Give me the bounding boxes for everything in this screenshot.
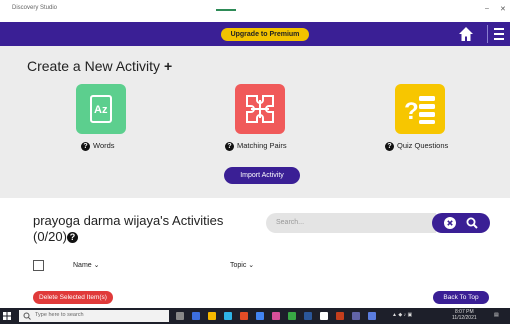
column-header-name[interactable]: Name ⌄	[73, 261, 100, 269]
taskbar-app-icon[interactable]	[272, 312, 280, 320]
window-titlebar: Discovery Studio – ✕	[0, 0, 510, 22]
minimize-button[interactable]: –	[485, 5, 489, 12]
powerpoint-icon[interactable]	[336, 312, 344, 320]
taskbar-app-icon[interactable]	[368, 312, 376, 320]
taskbar-app-icon[interactable]	[320, 312, 328, 320]
create-title-text: Create a New Activity	[27, 58, 161, 74]
tray-clock[interactable]: 8:07 PM 11/12/2021	[452, 309, 477, 321]
plus-icon: +	[163, 58, 173, 74]
close-button[interactable]: ✕	[500, 5, 506, 13]
chevron-down-icon: ⌄	[93, 262, 100, 269]
activities-heading: prayoga darma wijaya's Activities (0/20)…	[33, 213, 223, 245]
column-header-topic[interactable]: Topic ⌄	[230, 261, 254, 269]
search-input[interactable]: Search...	[266, 213, 436, 233]
search-icon	[23, 312, 31, 320]
task-view-icon[interactable]	[176, 312, 184, 320]
word-icon[interactable]	[304, 312, 312, 320]
loading-indicator	[216, 9, 236, 11]
taskbar-app-icon[interactable]	[288, 312, 296, 320]
search-icon[interactable]	[466, 217, 478, 229]
create-activity-heading: Create a New Activity +	[27, 58, 172, 74]
taskbar-search-input[interactable]: Type here to search	[19, 310, 169, 322]
svg-text:?: ?	[404, 98, 419, 125]
windows-start-icon[interactable]	[3, 312, 11, 320]
help-icon[interactable]: ?	[385, 141, 394, 151]
help-icon[interactable]: ?	[81, 141, 90, 151]
delete-selected-button[interactable]: Delete Selected Item(s)	[33, 291, 113, 304]
taskbar-app-icon[interactable]	[352, 312, 360, 320]
chevron-down-icon: ⌄	[248, 262, 255, 269]
quiz-questions-tile[interactable]: ?	[395, 84, 445, 134]
clear-search-icon[interactable]	[444, 217, 456, 229]
activity-search: Search...	[266, 213, 490, 233]
words-label[interactable]: ? Words	[81, 141, 115, 151]
search-buttons	[432, 213, 490, 233]
taskbar-app-icon[interactable]	[240, 312, 248, 320]
os-taskbar: Type here to search ▲ ◆ ♪ ▣ 8:07 PM 11/12…	[0, 308, 510, 324]
activities-count: (0/20)	[33, 229, 67, 244]
quiz-questions-label[interactable]: ? Quiz Questions	[385, 141, 448, 151]
words-tile[interactable]: Az	[76, 84, 126, 134]
chrome-icon[interactable]	[256, 312, 264, 320]
help-icon[interactable]: ?	[225, 141, 234, 151]
edge-icon[interactable]	[224, 312, 232, 320]
menu-button[interactable]	[487, 25, 510, 43]
select-all-checkbox[interactable]	[33, 260, 44, 271]
tray-icons[interactable]: ▲ ◆ ♪ ▣	[392, 312, 412, 318]
taskbar-app-icon[interactable]	[192, 312, 200, 320]
quiz-icon: ?	[404, 96, 435, 125]
matching-pairs-label[interactable]: ? Matching Pairs	[225, 141, 287, 151]
notification-icon[interactable]: ▤	[494, 312, 499, 318]
home-icon	[459, 27, 473, 41]
matching-pairs-tile[interactable]	[235, 84, 285, 134]
puzzle-icon	[246, 95, 274, 123]
help-icon[interactable]: ?	[66, 232, 78, 244]
svg-text:Az: Az	[94, 104, 108, 116]
upgrade-premium-button[interactable]: Upgrade to Premium	[221, 28, 309, 41]
az-icon: Az	[90, 95, 112, 123]
app-title: Discovery Studio	[12, 5, 58, 11]
back-to-top-button[interactable]: Back To Top	[433, 291, 489, 304]
activities-title: prayoga darma wijaya's Activities	[33, 213, 224, 228]
file-explorer-icon[interactable]	[208, 312, 216, 320]
import-activity-button[interactable]: Import Activity	[224, 167, 300, 184]
home-button[interactable]	[457, 25, 475, 43]
